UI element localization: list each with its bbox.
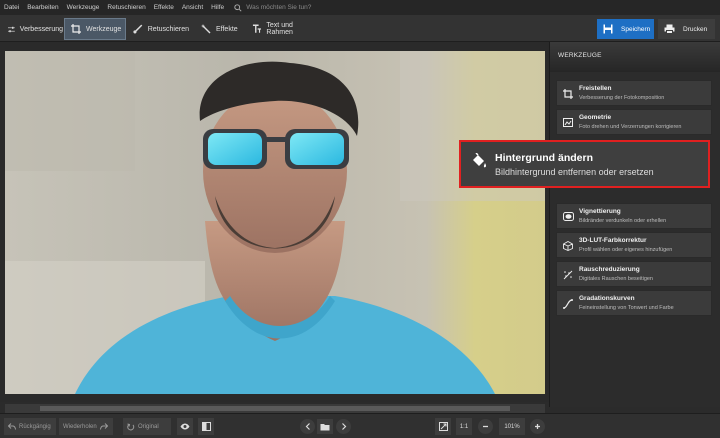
tool-desc: Digitales Rauschen beseitigen [579, 276, 653, 282]
curve-icon [563, 299, 573, 309]
plus-icon [535, 424, 540, 429]
save-icon [603, 24, 613, 34]
scrollbar-thumb[interactable] [40, 406, 510, 411]
panel-title: WERKZEUGE [550, 42, 720, 72]
zoom-out-button[interactable] [478, 419, 493, 434]
search-icon [234, 3, 242, 12]
fit-screen-icon [438, 422, 448, 431]
tab-label: Effekte [216, 25, 238, 33]
vignette-icon [563, 212, 574, 221]
redo-button[interactable]: Wiederholen [59, 418, 113, 435]
menu-werkzeuge[interactable]: Werkzeuge [67, 4, 100, 11]
print-label: Drucken [683, 25, 708, 33]
portrait-image [5, 51, 545, 394]
menu-effekte[interactable]: Effekte [154, 4, 174, 11]
tab-verbesserung[interactable]: Verbesserung [2, 18, 63, 40]
brush-icon [133, 24, 143, 34]
menu-ansicht[interactable]: Ansicht [182, 4, 203, 11]
menu-retuschieren[interactable]: Retuschieren [107, 4, 145, 11]
tab-label: Verbesserung [19, 25, 63, 33]
folder-icon [320, 423, 330, 430]
tool-3d-lut[interactable]: 3D-LUT-Farbkorrektur Profil wählen oder … [556, 232, 712, 258]
tab-label: Retuschieren [147, 25, 189, 33]
tab-text-und-rahmen[interactable]: Text und Rahmen [246, 18, 318, 40]
tool-desc: Bildränder verdunkeln oder erhellen [579, 218, 667, 224]
menu-hilfe[interactable]: Hilfe [211, 4, 224, 11]
menu-datei[interactable]: Datei [4, 4, 19, 11]
horizontal-scrollbar[interactable] [5, 404, 545, 413]
tool-gradationskurven[interactable]: Gradationskurven Feineinstellung von Ton… [556, 290, 712, 316]
tool-rauschreduzierung[interactable]: Rauschreduzierung Digitales Rauschen bes… [556, 261, 712, 287]
geometry-icon [563, 118, 573, 127]
tool-desc: Profil wählen oder eigenes hinzufügen [579, 247, 673, 253]
open-folder-button[interactable] [317, 419, 333, 434]
tool-geometrie[interactable]: Geometrie Foto drehen und Verzerrungen k… [556, 109, 712, 135]
tool-desc: Verbesserung der Fotokomposition [579, 95, 665, 101]
search-placeholder: Was möchten Sie tun? [246, 4, 312, 11]
fit-to-screen-button[interactable] [435, 418, 451, 435]
tool-title: Vignettierung [579, 208, 621, 215]
image-canvas[interactable] [0, 42, 549, 402]
chevron-left-icon [305, 423, 310, 430]
print-button[interactable]: Drucken [658, 19, 715, 39]
undo-icon [8, 423, 16, 430]
tool-vignettierung[interactable]: Vignettierung Bildränder verdunkeln oder… [556, 203, 712, 229]
undo-label: Rückgängig [19, 423, 51, 430]
minus-icon [483, 425, 488, 428]
tool-title: 3D-LUT-Farbkorrektur [579, 237, 647, 244]
highlight-desc: Bildhintergrund entfernen oder ersetzen [495, 167, 654, 177]
original-button[interactable]: Original [123, 418, 171, 435]
tool-hintergrund-aendern[interactable]: Hintergrund ändern Bildhintergrund entfe… [459, 140, 710, 188]
lut-cube-icon [563, 241, 573, 251]
zoom-in-button[interactable] [530, 419, 545, 434]
ratio-label: 1:1 [459, 423, 469, 430]
chevron-right-icon [341, 423, 346, 430]
menu-bearbeiten[interactable]: Bearbeiten [27, 4, 58, 11]
next-image-button[interactable] [336, 419, 351, 434]
tool-title: Gradationskurven [579, 295, 635, 302]
tool-freistellen[interactable]: Freistellen Verbesserung der Fotokomposi… [556, 80, 712, 106]
menu-bar: Datei Bearbeiten Werkzeuge Retuschieren … [0, 0, 720, 15]
noise-icon [563, 270, 573, 280]
tool-desc: Feineinstellung von Tonwert und Farbe [579, 305, 674, 311]
printer-icon [664, 24, 675, 34]
save-button[interactable]: Speichern [597, 19, 654, 39]
redo-icon [99, 423, 108, 430]
main-toolbar: Verbesserung Werkzeuge Retuschieren Effe… [0, 15, 720, 42]
search-box[interactable]: Was möchten Sie tun? [234, 3, 312, 12]
previous-image-button[interactable] [300, 419, 315, 434]
compare-icon [201, 422, 211, 431]
tab-label: Werkzeuge [86, 25, 122, 33]
magic-wand-icon [201, 24, 211, 34]
photo[interactable] [5, 51, 545, 394]
crop-icon [563, 89, 573, 99]
tab-effekte[interactable]: Effekte [195, 18, 243, 40]
tool-title: Geometrie [579, 114, 612, 121]
sliders-icon [8, 26, 15, 32]
tool-desc: Foto drehen und Verzerrungen korrigieren [579, 124, 682, 130]
tab-werkzeuge[interactable]: Werkzeuge [64, 18, 126, 40]
zoom-level[interactable]: 101% [499, 418, 525, 435]
tool-title: Rauschreduzierung [579, 266, 640, 273]
tab-retuschieren[interactable]: Retuschieren [127, 18, 189, 40]
reset-icon [127, 423, 135, 430]
paint-bucket-icon [473, 153, 487, 168]
compare-toggle[interactable] [198, 418, 214, 435]
undo-button[interactable]: Rückgängig [4, 418, 56, 435]
bottom-bar: Rückgängig Wiederholen Original 1:1 101% [0, 413, 720, 438]
actual-size-button[interactable]: 1:1 [456, 418, 472, 435]
redo-label: Wiederholen [63, 423, 97, 430]
save-label: Speichern [621, 25, 651, 33]
text-icon [252, 24, 262, 33]
crop-icon [71, 24, 81, 34]
preview-toggle[interactable] [177, 418, 193, 435]
tab-label: Text und Rahmen [266, 22, 293, 36]
eye-icon [180, 423, 190, 430]
original-label: Original [138, 423, 159, 430]
highlight-title: Hintergrund ändern [495, 152, 594, 164]
tool-title: Freistellen [579, 85, 612, 92]
